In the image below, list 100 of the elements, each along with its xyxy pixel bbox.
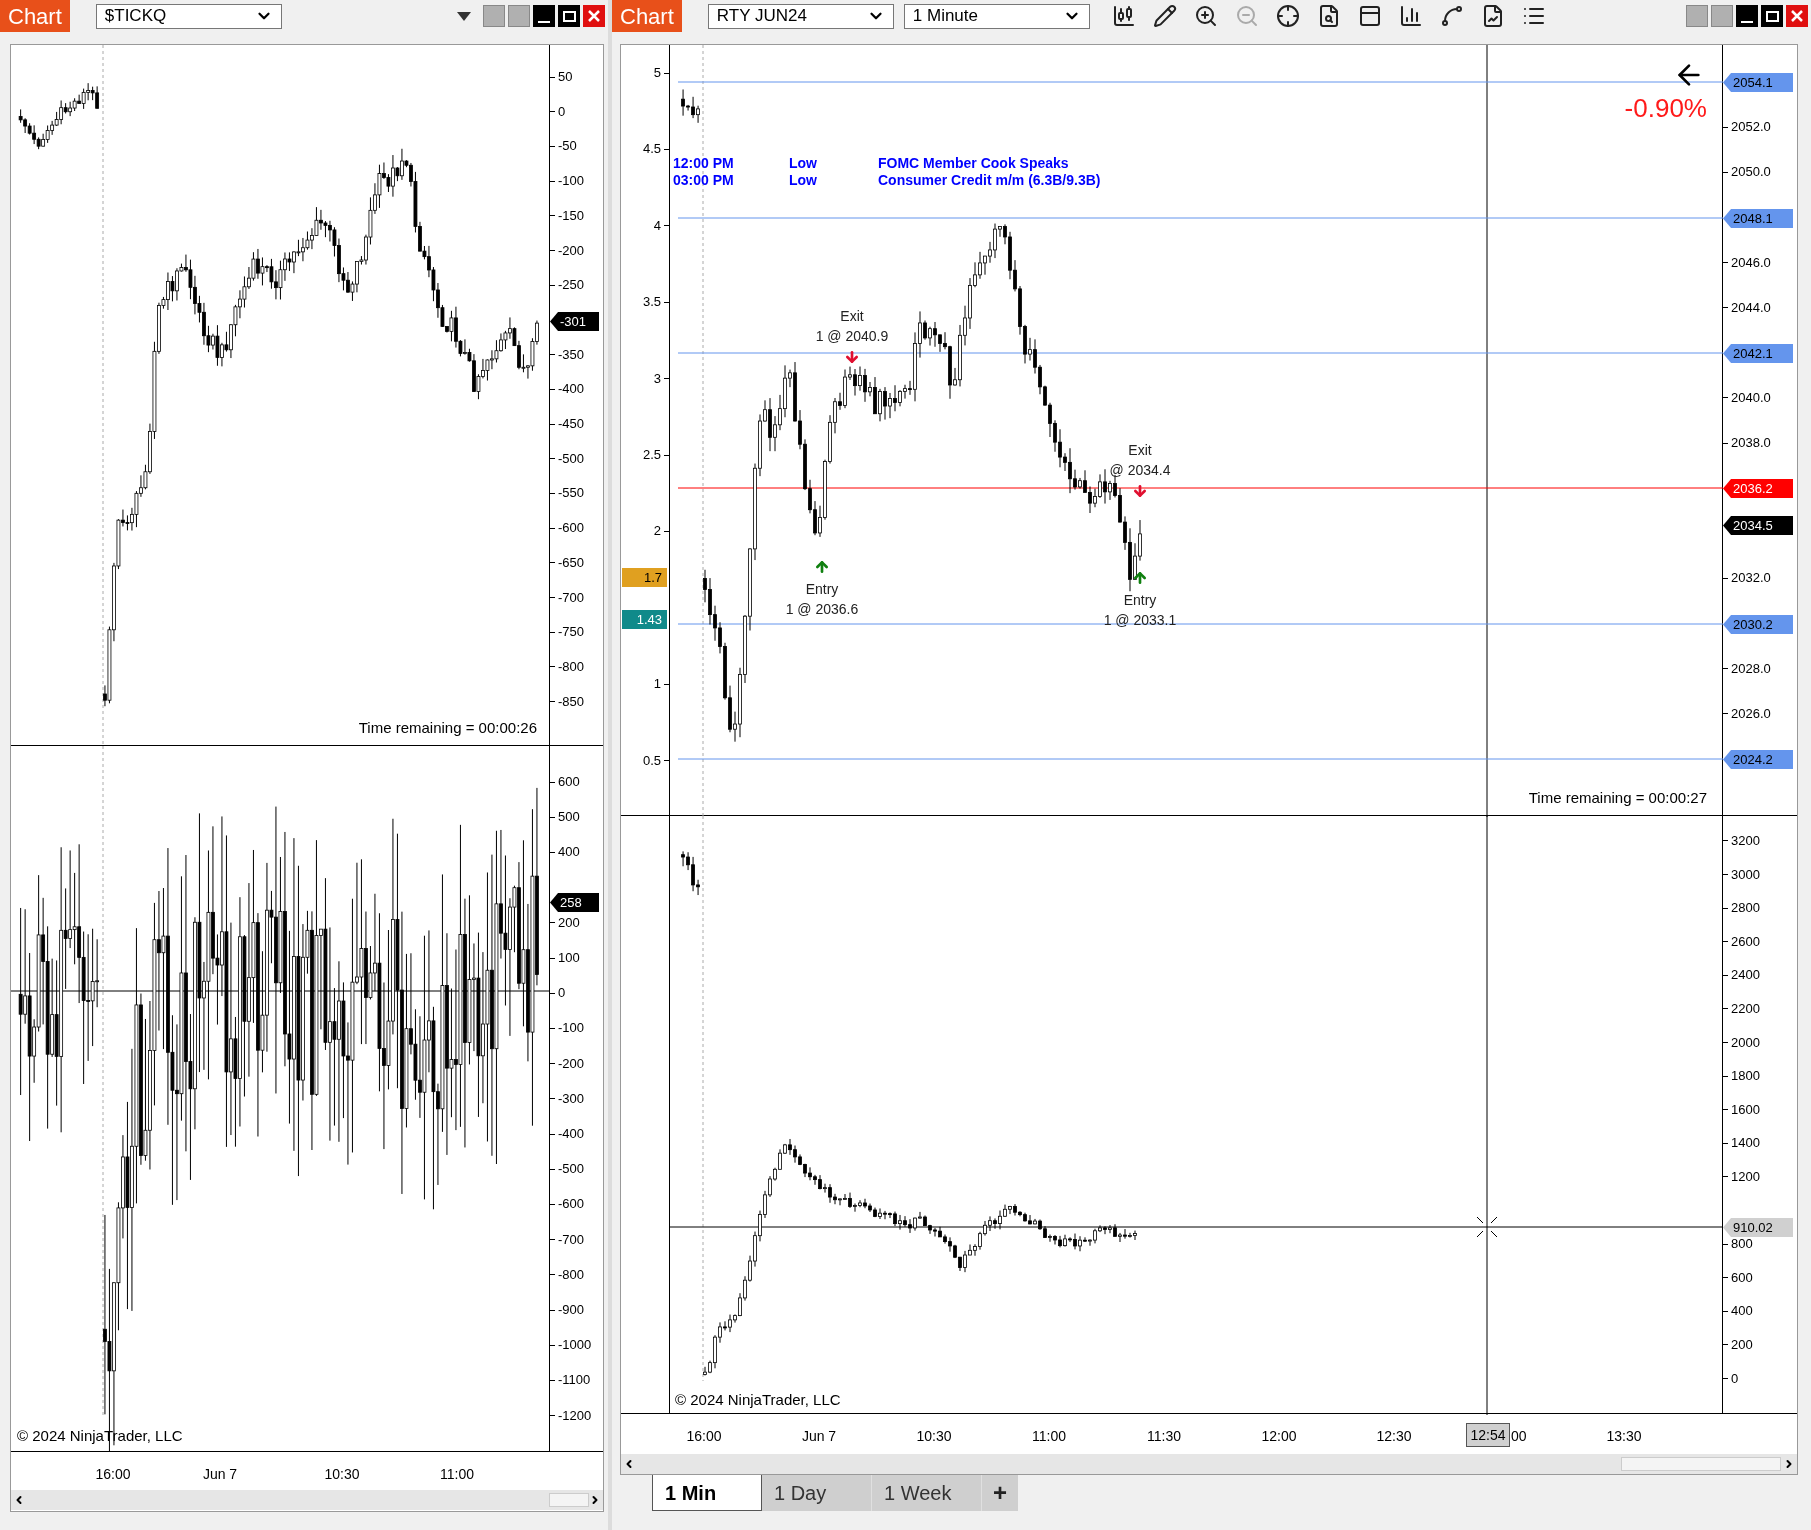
axis-label: 4.5 <box>642 140 661 159</box>
axis-label: 100 <box>558 949 580 967</box>
axis-label: -100 <box>558 1019 585 1038</box>
trade-label: Entry <box>1123 591 1157 610</box>
trade-label: Entry <box>805 580 839 599</box>
axis-label: -800 <box>558 1265 585 1284</box>
axis-label: -200 <box>558 1054 585 1073</box>
axis-label: -850 <box>558 692 585 711</box>
axis-label: 200 <box>558 913 580 932</box>
time-label: 11:30 <box>1147 1427 1181 1447</box>
time-label: Jun 7 <box>202 1465 238 1484</box>
axis-label: 2026.0 <box>1731 704 1771 723</box>
axis-label: -450 <box>558 415 585 433</box>
axis-label: 400 <box>1731 1302 1753 1321</box>
price-marker: 2054.1 <box>1723 73 1793 92</box>
event-name: Consumer Credit m/m (6.3B/9.3B) <box>878 171 1101 190</box>
axis-label: 400 <box>558 843 580 862</box>
axis-label: 4 <box>653 216 661 235</box>
price-marker: 2030.2 <box>1723 615 1793 634</box>
axis-label: 2044.0 <box>1731 298 1771 317</box>
price-marker: 2042.1 <box>1723 344 1793 363</box>
event-impact: Low <box>789 171 817 190</box>
axis-label: -1200 <box>558 1406 592 1425</box>
price-marker: 2024.2 <box>1723 750 1793 769</box>
axis-label: 3200 <box>1731 831 1760 850</box>
trade-label: Exit <box>1128 441 1152 460</box>
axis-label: -750 <box>558 623 585 642</box>
axis-label: -300 <box>558 1089 585 1108</box>
price-marker: -301 <box>550 312 599 331</box>
axis-label: -400 <box>558 380 585 399</box>
time-remaining: Time remaining = 00:00:27 <box>1528 788 1707 808</box>
axis-label: 800 <box>1731 1235 1753 1254</box>
axis-label: 2038.0 <box>1731 434 1771 453</box>
axis-label: -200 <box>558 241 585 260</box>
axis-label: 1 <box>653 675 661 694</box>
time-label: Jun 7 <box>801 1427 837 1447</box>
trade-fill: 1 @ 2036.6 <box>785 600 859 619</box>
time-label: 10:30 <box>916 1427 952 1447</box>
price-marker: 2034.5 <box>1723 516 1793 535</box>
axis-label: 2600 <box>1731 932 1760 951</box>
trade-label: Exit <box>840 307 864 326</box>
axis-label: 2400 <box>1731 966 1760 985</box>
axis-label: 1200 <box>1731 1167 1760 1186</box>
axis-label: -350 <box>558 345 585 364</box>
axis-label: -100 <box>558 172 585 191</box>
axis-label: 2032.0 <box>1731 569 1771 588</box>
time-label: 11:00 <box>1032 1427 1066 1447</box>
price-marker: 1.7 <box>622 568 667 587</box>
axis-label: -600 <box>558 1195 585 1214</box>
trade-fill: @ 2034.4 <box>1109 461 1171 480</box>
axis-label: -800 <box>558 657 585 676</box>
interval-tab[interactable]: 1 Day <box>762 1475 872 1511</box>
axis-label: -1100 <box>558 1371 591 1390</box>
axis-label: 0 <box>1731 1369 1739 1388</box>
axis-label: 0.5 <box>642 751 661 770</box>
interval-tab[interactable]: 1 Min <box>652 1475 762 1511</box>
time-label: 13:30 <box>1606 1427 1642 1447</box>
axis-label: 50 <box>558 68 573 86</box>
axis-label: 3.5 <box>642 293 661 312</box>
axis-label: 500 <box>558 808 580 827</box>
axis-label: -50 <box>558 137 577 156</box>
event-time: 12:00 PM <box>673 154 734 173</box>
axis-label: 2800 <box>1731 899 1760 918</box>
axis-label: 3 <box>653 369 661 388</box>
time-remaining: Time remaining = 00:00:26 <box>358 718 537 738</box>
event-impact: Low <box>789 154 817 173</box>
axis-label: 2.5 <box>642 446 661 464</box>
time-label: 11:00 <box>440 1465 474 1484</box>
add-tab-button[interactable]: + <box>982 1475 1018 1511</box>
instrument-dropdown[interactable]: 1 Minute <box>903 3 1090 29</box>
axis-label: -500 <box>558 1160 585 1179</box>
time-label: 12:30 <box>1376 1427 1412 1447</box>
percent-change: -0.90% <box>1624 92 1707 125</box>
axis-label: -550 <box>558 484 585 503</box>
axis-label: -900 <box>558 1301 585 1319</box>
axis-label: 1400 <box>1731 1134 1760 1153</box>
axis-label: 2050.0 <box>1731 163 1771 182</box>
axis-label: 2 <box>653 522 661 541</box>
axis-label: 2046.0 <box>1731 253 1771 272</box>
instrument-dropdown[interactable]: RTY JUN24 <box>707 3 894 29</box>
axis-label: 2200 <box>1731 999 1760 1018</box>
window-title: Chart <box>612 0 682 32</box>
axis-label: -650 <box>558 553 585 572</box>
axis-label: 2028.0 <box>1731 659 1771 678</box>
axis-label: 5 <box>653 64 661 82</box>
axis-label: 2052.0 <box>1731 118 1771 137</box>
axis-label: -1000 <box>558 1336 592 1355</box>
event-time: 03:00 PM <box>673 171 734 190</box>
axis-label: -250 <box>558 276 585 295</box>
interval-tab[interactable]: 1 Week <box>872 1475 982 1511</box>
instrument-dropdown[interactable]: $TICKQ <box>95 3 282 29</box>
axis-label: -700 <box>558 588 585 607</box>
time-label: 16:00 <box>95 1465 131 1484</box>
axis-label: -400 <box>558 1125 585 1143</box>
axis-label: -500 <box>558 449 585 468</box>
axis-label: 1600 <box>1731 1100 1760 1119</box>
trade-fill: 1 @ 2033.1 <box>1103 611 1177 630</box>
axis-label: -700 <box>558 1230 585 1249</box>
price-marker: 258 <box>550 893 599 912</box>
crosshair-time: 12:54 <box>1466 1423 1510 1448</box>
